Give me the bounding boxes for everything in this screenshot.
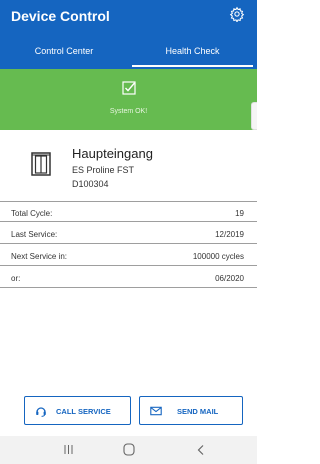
recents-icon[interactable]	[63, 444, 74, 455]
tab-bar: Control Center Health Check	[0, 40, 257, 69]
back-icon[interactable]	[196, 444, 206, 456]
device-card: Haupteingang ES Proline FST D100304	[0, 130, 257, 200]
info-value: 12/2019	[215, 230, 244, 239]
call-service-button[interactable]: CALL SERVICE	[24, 396, 131, 425]
info-value: 06/2020	[215, 274, 244, 283]
info-row-next-service: Next Service in: 100000 cycles	[0, 245, 257, 266]
active-tab-indicator	[132, 65, 253, 67]
info-label: Last Service:	[11, 230, 58, 239]
app-bar: Device Control Control Center Health Che…	[0, 0, 257, 69]
info-row-last-service: Last Service: 12/2019	[0, 223, 257, 244]
app-title: Device Control	[11, 8, 110, 24]
info-row-total-cycle: Total Cycle: 19	[0, 201, 257, 222]
device-name: Haupteingang	[72, 146, 153, 161]
system-status-banner: System OK!	[0, 69, 257, 130]
info-label: Next Service in:	[11, 252, 68, 261]
status-text: System OK!	[109, 108, 148, 115]
info-label: or:	[11, 274, 21, 283]
scrollbar-thumb[interactable]	[251, 102, 257, 130]
info-label: Total Cycle:	[11, 209, 53, 218]
send-mail-button[interactable]: SEND MAIL	[139, 396, 243, 425]
device-model: ES Proline FST	[72, 165, 135, 175]
send-mail-label: SEND MAIL	[177, 407, 219, 416]
system-navigation-bar	[0, 436, 257, 464]
tab-control-center[interactable]: Control Center	[0, 40, 128, 69]
gear-icon[interactable]	[229, 6, 245, 22]
call-service-label: CALL SERVICE	[56, 407, 111, 416]
home-icon[interactable]	[123, 443, 135, 456]
info-row-or-date: or: 06/2020	[0, 267, 257, 288]
revolving-door-icon	[31, 152, 51, 176]
envelope-icon	[150, 406, 162, 416]
checkbox-checked-icon	[122, 81, 136, 95]
info-value: 19	[235, 209, 244, 218]
device-control-screen: Device Control Control Center Health Che…	[0, 0, 257, 464]
device-serial: D100304	[72, 179, 109, 189]
headset-icon	[36, 407, 46, 417]
info-value: 100000 cycles	[192, 252, 244, 261]
